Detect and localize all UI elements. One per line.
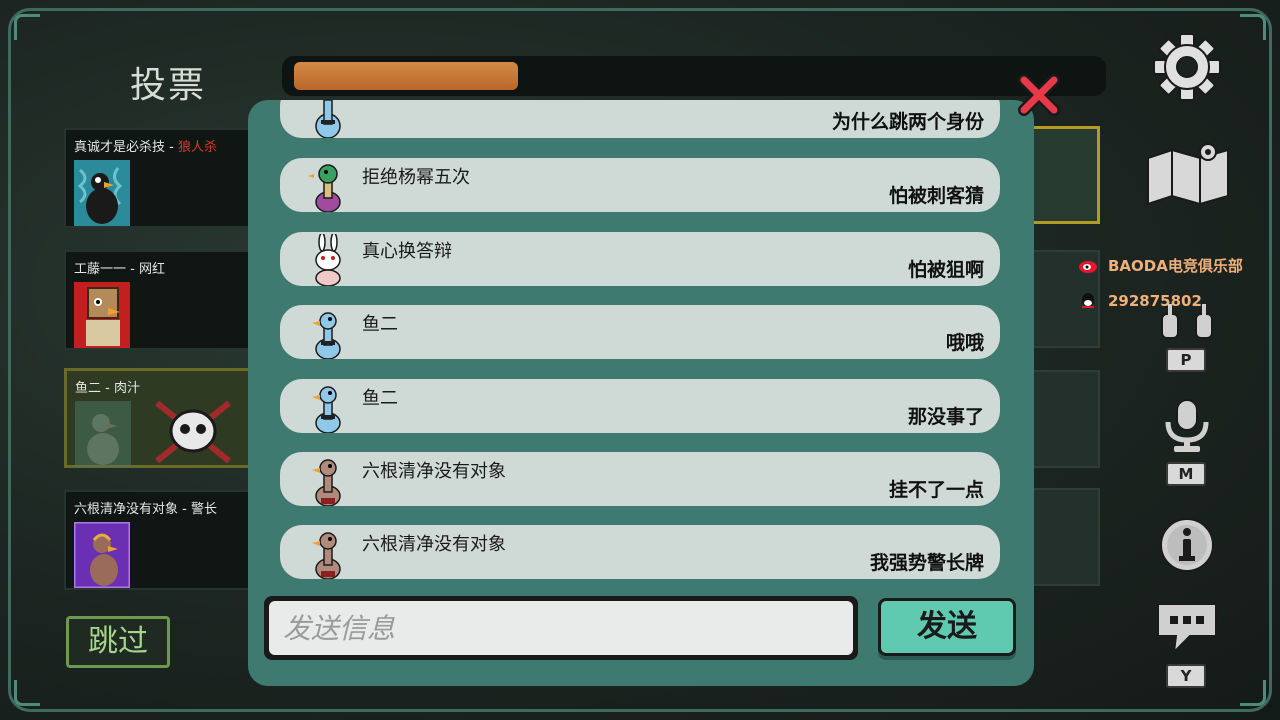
player-name: 六根清净没有对象 - 警长 bbox=[74, 502, 217, 517]
duck-green-icon bbox=[308, 164, 341, 212]
chat-message: 六根清净没有对象 挂不了一点 bbox=[280, 452, 1000, 506]
player-name: 真诚才是必杀技 - 狼人杀 bbox=[74, 140, 217, 155]
chat-input-wrapper bbox=[264, 596, 858, 660]
chat-key: Y bbox=[1166, 664, 1206, 688]
chat-message: 真心换答辩 怕被狙啊 bbox=[280, 232, 1000, 286]
player-card[interactable]: 六根清净没有对象 - 警长 bbox=[64, 490, 254, 590]
chat-sender: 真心换答辩 bbox=[362, 241, 452, 262]
info-icon[interactable] bbox=[1158, 516, 1216, 574]
player-name: 鱼二 - 肉汁 bbox=[75, 381, 140, 396]
chat-message: 鱼二 哦哦 bbox=[280, 305, 1000, 359]
chat-sender: 六根清净没有对象 bbox=[362, 461, 506, 482]
chat-message: 为什么跳两个身份 bbox=[280, 100, 1000, 138]
club-name: BAODA电竞俱乐部 bbox=[1108, 256, 1243, 275]
vote-skull-icon bbox=[155, 400, 231, 464]
microphone-icon[interactable] bbox=[1160, 398, 1214, 454]
chat-input[interactable] bbox=[269, 601, 853, 655]
goose-brown-icon bbox=[312, 532, 341, 579]
chat-message: 鱼二 那没事了 bbox=[280, 379, 1000, 433]
map-icon[interactable] bbox=[1142, 138, 1236, 208]
chat-text: 怕被狙啊 bbox=[907, 259, 984, 281]
goose-blue-icon bbox=[312, 312, 341, 359]
mic-key: M bbox=[1166, 462, 1206, 486]
chat-text: 那没事了 bbox=[907, 406, 984, 428]
chat-sender: 拒绝杨幂五次 bbox=[362, 167, 470, 188]
chat-text: 为什么跳两个身份 bbox=[831, 111, 984, 133]
player-avatar-icon bbox=[74, 522, 130, 588]
chat-message: 拒绝杨幂五次 怕被刺客猜 bbox=[280, 158, 1000, 212]
gear-icon[interactable] bbox=[1152, 32, 1222, 102]
player-card[interactable]: 真诚才是必杀技 - 狼人杀 bbox=[64, 128, 254, 228]
push-to-talk-key: P bbox=[1166, 348, 1206, 372]
frame-corner bbox=[14, 14, 40, 40]
chat-sender: 六根清净没有对象 bbox=[362, 534, 506, 555]
frame-corner bbox=[1240, 14, 1266, 40]
chat-sender: 鱼二 bbox=[362, 388, 398, 409]
player-card[interactable] bbox=[1030, 488, 1100, 586]
player-name: 工藤一一 - 网红 bbox=[74, 262, 165, 277]
send-button[interactable]: 发送 bbox=[878, 598, 1016, 656]
chat-text: 哦哦 bbox=[945, 332, 984, 354]
vote-timer-fill bbox=[294, 62, 518, 90]
vote-timer-bar bbox=[282, 56, 1106, 96]
chat-panel: 为什么跳两个身份 拒绝杨幂五次 怕被刺客猜 真心换答辩 怕被狙啊 鱼二 哦哦 鱼… bbox=[248, 100, 1034, 686]
headset-icon[interactable] bbox=[1160, 304, 1214, 340]
chat-sender: 鱼二 bbox=[362, 314, 398, 335]
weibo-icon bbox=[1079, 261, 1097, 273]
chat-text: 挂不了一点 bbox=[888, 479, 984, 501]
rabbit-white-icon bbox=[315, 234, 341, 286]
player-avatar-icon bbox=[74, 282, 130, 348]
player-card[interactable]: 工藤一一 - 网红 bbox=[64, 250, 254, 350]
player-avatar-icon bbox=[75, 401, 131, 467]
player-card-selected[interactable]: 鱼二 - 肉汁 bbox=[64, 368, 254, 468]
close-icon[interactable] bbox=[1014, 70, 1064, 120]
chat-text: 我强势警长牌 bbox=[869, 552, 984, 574]
chat-message-list[interactable]: 为什么跳两个身份 拒绝杨幂五次 怕被刺客猜 真心换答辩 怕被狙啊 鱼二 哦哦 鱼… bbox=[280, 100, 1000, 586]
qq-icon bbox=[1082, 293, 1094, 308]
chat-text: 怕被刺客猜 bbox=[888, 185, 984, 207]
goose-blue-icon bbox=[315, 100, 341, 138]
chat-message: 六根清净没有对象 我强势警长牌 bbox=[280, 525, 1000, 579]
player-avatar-icon bbox=[74, 160, 130, 226]
goose-blue-icon bbox=[312, 386, 341, 433]
goose-brown-icon bbox=[312, 459, 341, 506]
vote-title: 投票 bbox=[130, 65, 207, 106]
frame-corner bbox=[14, 680, 40, 706]
chat-bubble-icon[interactable] bbox=[1154, 600, 1220, 656]
frame-corner bbox=[1240, 680, 1266, 706]
player-card[interactable] bbox=[1030, 126, 1100, 224]
player-card[interactable] bbox=[1030, 370, 1100, 468]
skip-vote-button[interactable]: 跳过 bbox=[66, 616, 170, 668]
